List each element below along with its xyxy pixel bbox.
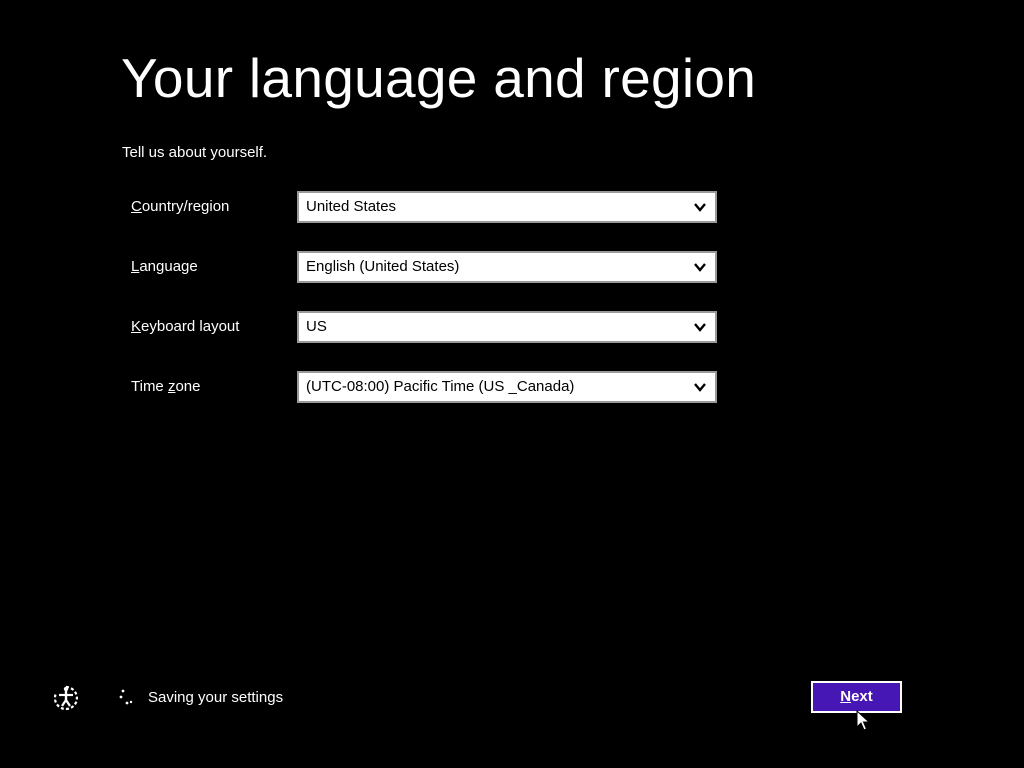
setup-screen: Your language and region Tell us about y… <box>0 0 1024 768</box>
time-zone-row: Time zone (UTC-08:00) Pacific Time (US _… <box>131 371 731 403</box>
time-zone-label: Time zone <box>131 371 200 403</box>
keyboard-layout-label-text: eyboard layout <box>141 318 240 335</box>
page-subtitle: Tell us about yourself. <box>122 144 268 161</box>
status-text: Saving your settings <box>148 689 284 706</box>
keyboard-layout-value: US <box>306 318 327 335</box>
country-region-select[interactable]: United States <box>297 191 717 223</box>
country-region-value: United States <box>306 198 397 215</box>
language-label-text: anguage <box>139 258 198 275</box>
keyboard-layout-row: Keyboard layout US <box>131 311 731 343</box>
time-zone-label-prefix: Time <box>131 378 168 395</box>
next-label: ext <box>851 688 873 705</box>
time-zone-value: (UTC-08:00) Pacific Time (US _Canada) <box>306 378 575 395</box>
country-region-row: Country/region United States <box>131 191 731 223</box>
page-title: Your language and region <box>121 47 757 109</box>
time-zone-select[interactable]: (UTC-08:00) Pacific Time (US _Canada) <box>297 371 717 403</box>
keyboard-layout-label: Keyboard layout <box>131 311 239 343</box>
country-region-accelerator: C <box>131 198 142 215</box>
chevron-down-icon <box>694 263 706 272</box>
country-region-label: Country/region <box>131 191 229 223</box>
language-label: Language <box>131 251 198 283</box>
ease-of-access-icon[interactable] <box>52 684 80 712</box>
language-value: English (United States) <box>306 258 460 275</box>
mouse-pointer-icon <box>856 710 870 731</box>
chevron-down-icon <box>694 323 706 332</box>
next-button[interactable]: Next <box>811 681 902 713</box>
time-zone-label-text: one <box>175 378 201 395</box>
language-select[interactable]: English (United States) <box>297 251 717 283</box>
keyboard-layout-select[interactable]: US <box>297 311 717 343</box>
language-row: Language English (United States) <box>131 251 731 283</box>
next-accelerator: N <box>840 688 852 705</box>
keyboard-layout-accelerator: K <box>131 318 142 335</box>
country-region-label-text: ountry/region <box>141 198 230 215</box>
progress-spinner-icon <box>119 689 133 705</box>
chevron-down-icon <box>694 383 706 392</box>
chevron-down-icon <box>694 203 706 212</box>
